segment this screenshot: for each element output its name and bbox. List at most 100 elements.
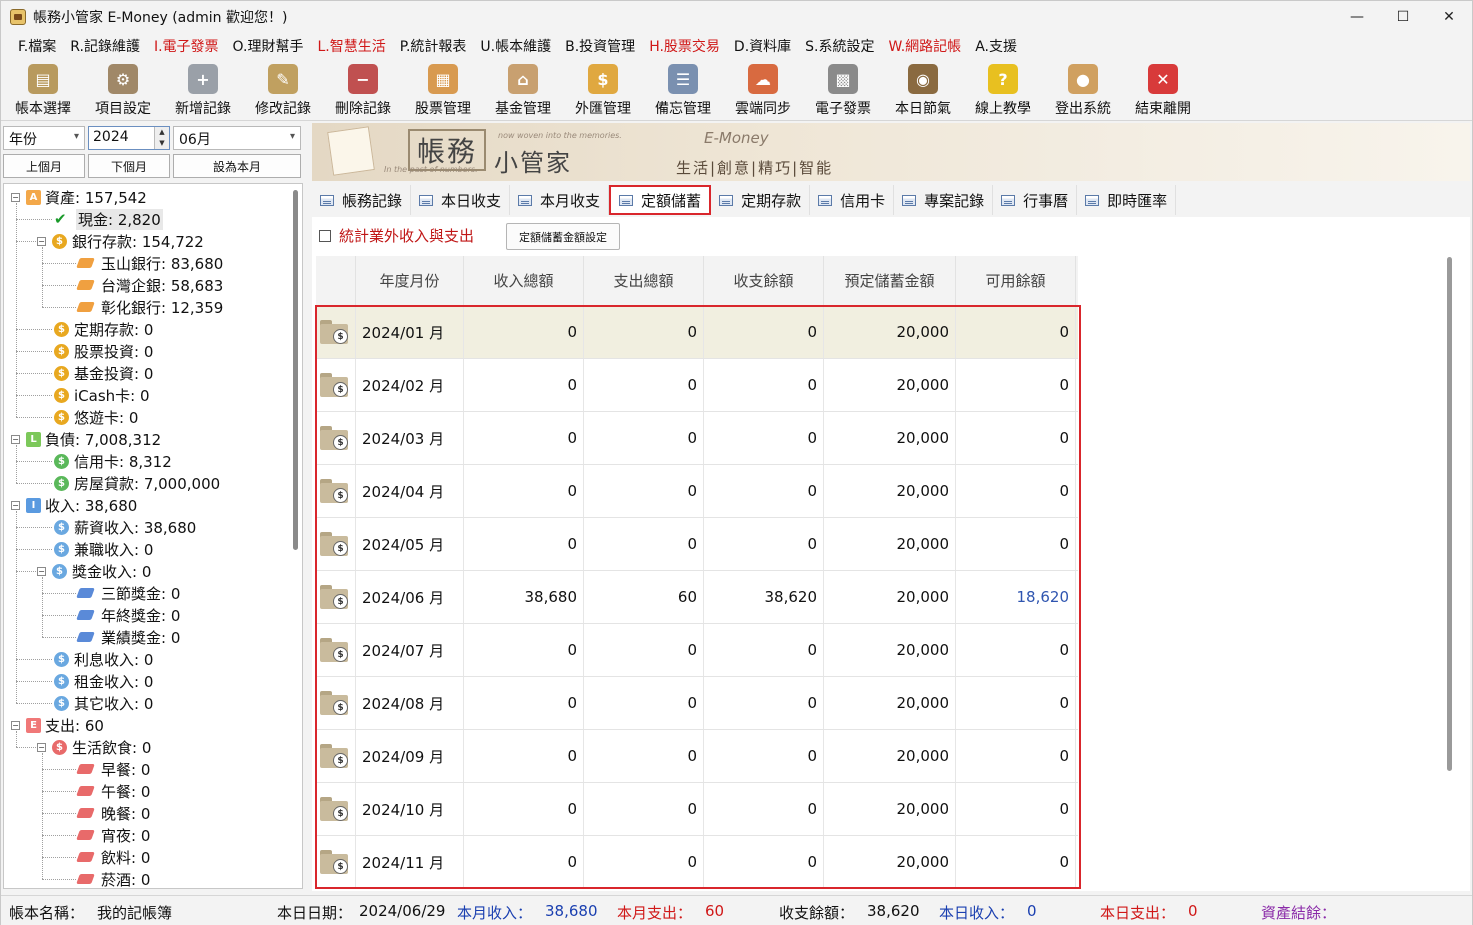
col-balance-header[interactable]: 收支餘額 — [704, 256, 824, 305]
account-tree[interactable]: − A 資產: 157,542 ✔ 現金: 2,820− $ 銀行存款: 154,722 玉山… — [3, 183, 303, 889]
col-month-header[interactable]: 年度月份 — [356, 256, 464, 305]
tree-expander-icon[interactable]: − — [37, 742, 46, 752]
table-row[interactable]: $2024/09 月 0 0 0 20,000 0 — [316, 730, 1078, 783]
table-row[interactable]: $2024/10 月 0 0 0 20,000 0 — [316, 783, 1078, 836]
menu-item[interactable]: F.檔案 — [11, 36, 63, 56]
tab-2[interactable]: 本日收支 — [411, 185, 511, 215]
tree-node[interactable]: 早餐: 0 — [76, 758, 150, 780]
toolbar-button[interactable]: ▤ 帳本選擇 — [3, 59, 83, 121]
toolbar-button[interactable]: ◉ 本日節氣 — [883, 59, 963, 121]
tree-node[interactable]: $ 其它收入: 0 — [54, 692, 153, 714]
tree-node[interactable]: 三節獎金: 0 — [76, 582, 180, 604]
tree-node[interactable]: 宵夜: 0 — [76, 824, 150, 846]
tree-node[interactable]: 年終獎金: 0 — [76, 604, 180, 626]
menu-item[interactable]: P.統計報表 — [393, 36, 474, 56]
tab-7[interactable]: 專案記錄 — [894, 185, 994, 215]
toolbar-button[interactable]: ☰ 備忘管理 — [643, 59, 723, 121]
this-month-button[interactable]: 設為本月 — [173, 154, 301, 178]
tree-node[interactable]: $ 基金投資: 0 — [54, 362, 153, 384]
menu-item[interactable]: H.股票交易 — [642, 36, 727, 56]
tree-node[interactable]: $ 信用卡: 8,312 — [54, 450, 172, 472]
toolbar-button[interactable]: ⌂ 基金管理 — [483, 59, 563, 121]
tree-node[interactable]: − L 負債: 7,008,312 — [11, 428, 161, 450]
menu-item[interactable]: S.系統設定 — [798, 36, 881, 56]
toolbar-button[interactable]: ✎ 修改記錄 — [243, 59, 323, 121]
month-select[interactable]: 06月 ▾ — [173, 126, 301, 150]
toolbar-button[interactable]: ? 線上教學 — [963, 59, 1043, 121]
prev-month-button[interactable]: 上個月 — [3, 154, 85, 178]
tree-expander-icon[interactable]: − — [37, 566, 46, 576]
tab-9[interactable]: 即時匯率 — [1077, 185, 1177, 215]
tree-scrollbar[interactable] — [293, 190, 298, 550]
tree-node[interactable]: 玉山銀行: 83,680 — [76, 252, 223, 274]
table-row[interactable]: $2024/07 月 0 0 0 20,000 0 — [316, 624, 1078, 677]
toolbar-button[interactable]: ✕ 結束離開 — [1123, 59, 1203, 121]
tree-node[interactable]: 業績獎金: 0 — [76, 626, 180, 648]
tree-node[interactable]: 菸酒: 0 — [76, 868, 150, 888]
menu-item[interactable]: U.帳本維護 — [473, 36, 558, 56]
savings-settings-button[interactable]: 定額儲蓄金額設定 — [506, 223, 620, 250]
spin-down-icon[interactable]: ▼ — [155, 138, 169, 149]
tree-node[interactable]: − $ 獎金收入: 0 — [37, 560, 151, 582]
tree-node[interactable]: $ 利息收入: 0 — [54, 648, 153, 670]
tree-expander-icon[interactable]: − — [37, 236, 46, 246]
menu-item[interactable]: I.電子發票 — [147, 36, 226, 56]
menu-item[interactable]: A.支援 — [968, 36, 1024, 56]
tree-node[interactable]: 午餐: 0 — [76, 780, 150, 802]
tree-node[interactable]: $ 悠遊卡: 0 — [54, 406, 138, 428]
tree-node[interactable]: $ 股票投資: 0 — [54, 340, 153, 362]
toolbar-button[interactable]: ☁ 雲端同步 — [723, 59, 803, 121]
toolbar-button[interactable]: − 刪除記錄 — [323, 59, 403, 121]
spin-up-icon[interactable]: ▲ — [155, 127, 169, 138]
col-available-header[interactable]: 可用餘額 — [956, 256, 1076, 305]
tree-node[interactable]: − $ 銀行存款: 154,722 — [37, 230, 204, 252]
extra-income-option[interactable]: 統計業外收入與支出 — [319, 225, 474, 246]
tree-node[interactable]: 台灣企銀: 58,683 — [76, 274, 223, 296]
tree-expander-icon[interactable]: − — [11, 192, 20, 202]
tree-expander-icon[interactable]: − — [11, 434, 20, 444]
menu-item[interactable]: O.理財幫手 — [226, 36, 311, 56]
tree-node[interactable]: − $ 生活飲食: 0 — [37, 736, 151, 758]
toolbar-button[interactable]: ● 登出系統 — [1043, 59, 1123, 121]
col-expense-header[interactable]: 支出總額 — [584, 256, 704, 305]
menu-item[interactable]: B.投資管理 — [558, 36, 642, 56]
col-income-header[interactable]: 收入總額 — [464, 256, 584, 305]
tab-6[interactable]: 信用卡 — [810, 185, 895, 215]
table-row[interactable]: $2024/08 月 0 0 0 20,000 0 — [316, 677, 1078, 730]
tree-node[interactable]: − I 收入: 38,680 — [11, 494, 137, 516]
spinner-buttons[interactable]: ▲ ▼ — [154, 127, 169, 149]
table-row[interactable]: $2024/11 月 0 0 0 20,000 0 — [316, 836, 1078, 889]
tree-node[interactable]: $ iCash卡: 0 — [54, 384, 150, 406]
toolbar-button[interactable]: ▩ 電子發票 — [803, 59, 883, 121]
period-type-select[interactable]: 年份 ▾ — [3, 126, 85, 150]
menu-item[interactable]: D.資料庫 — [727, 36, 798, 56]
tab-8[interactable]: 行事曆 — [993, 185, 1078, 215]
tree-node[interactable]: 飲料: 0 — [76, 846, 150, 868]
table-row[interactable]: $2024/03 月 0 0 0 20,000 0 — [316, 412, 1078, 465]
table-row[interactable]: $2024/01 月 0 0 0 20,000 0 — [316, 306, 1078, 359]
table-row[interactable]: $2024/02 月 0 0 0 20,000 0 — [316, 359, 1078, 412]
tree-node[interactable]: ✔ 現金: 2,820 — [54, 208, 163, 230]
toolbar-button[interactable]: + 新增記錄 — [163, 59, 243, 121]
toolbar-button[interactable]: $ 外匯管理 — [563, 59, 643, 121]
tree-node[interactable]: 晚餐: 0 — [76, 802, 150, 824]
table-row[interactable]: $2024/06 月 38,680 60 38,620 20,000 18,620 — [316, 571, 1078, 624]
tab-1[interactable]: 帳務記錄 — [312, 185, 412, 215]
tab-4[interactable]: 定額儲蓄 — [609, 185, 712, 215]
tree-node[interactable]: $ 租金收入: 0 — [54, 670, 153, 692]
table-row[interactable]: $2024/05 月 0 0 0 20,000 0 — [316, 518, 1078, 571]
minimize-button[interactable]: — — [1334, 1, 1380, 33]
tree-node[interactable]: − E 支出: 60 — [11, 714, 104, 736]
tree-expander-icon[interactable]: − — [11, 720, 20, 730]
tree-node[interactable]: − A 資產: 157,542 — [11, 186, 147, 208]
menu-item[interactable]: L.智慧生活 — [310, 36, 392, 56]
extra-income-label[interactable]: 統計業外收入與支出 — [339, 225, 474, 246]
table-scrollbar[interactable] — [1447, 257, 1452, 771]
year-spinner[interactable]: 2024 ▲ ▼ — [88, 126, 170, 150]
tree-node[interactable]: $ 薪資收入: 38,680 — [54, 516, 196, 538]
tree-node[interactable]: $ 定期存款: 0 — [54, 318, 153, 340]
menu-item[interactable]: W.網路記帳 — [882, 36, 969, 56]
extra-income-checkbox[interactable] — [319, 229, 331, 242]
col-target-header[interactable]: 預定儲蓄金額 — [824, 256, 956, 305]
close-button[interactable]: ✕ — [1426, 1, 1472, 33]
